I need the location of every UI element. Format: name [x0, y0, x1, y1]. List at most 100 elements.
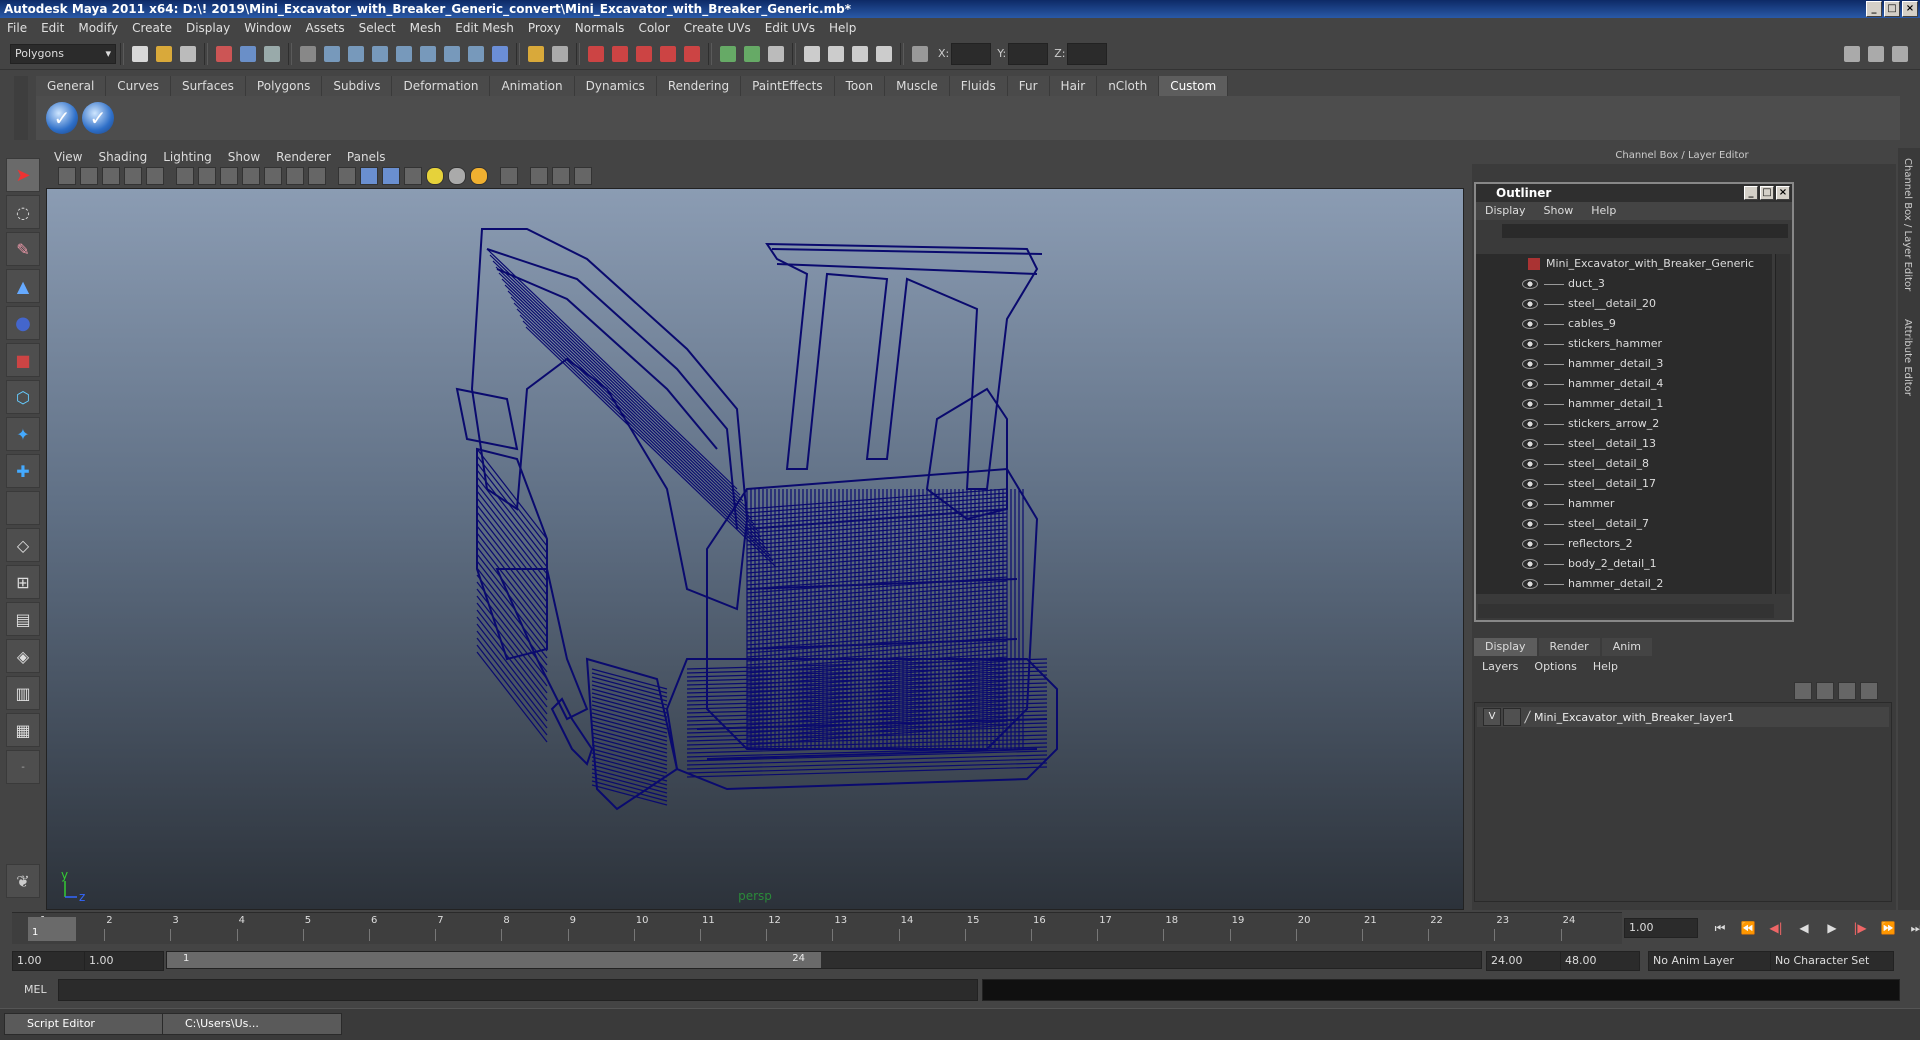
anim-layer-dropdown[interactable]: No Anim Layer	[1648, 951, 1772, 971]
animation-start-time-field[interactable]: 1.00	[12, 951, 90, 971]
animation-end-time-field[interactable]: 48.00	[1560, 951, 1640, 971]
go-to-start-icon[interactable]: ⏮	[1712, 920, 1728, 936]
smooth-shade-icon[interactable]	[360, 167, 378, 185]
menu-window[interactable]: Window	[237, 18, 298, 38]
film-gate-icon[interactable]	[198, 167, 216, 185]
select-object-icon[interactable]	[237, 43, 259, 65]
play-forwards-icon[interactable]: ▶	[1824, 920, 1840, 936]
snap-plane-icon[interactable]	[657, 43, 679, 65]
custom-shelf-check-button-2[interactable]: ✓	[82, 102, 114, 134]
layer-display-type-toggle[interactable]	[1503, 708, 1521, 726]
manipulator-tool-icon[interactable]: ⬡	[6, 380, 40, 414]
toolbox-more-icon[interactable]: -	[6, 750, 40, 784]
make-live-icon[interactable]	[681, 43, 703, 65]
outliner-item[interactable]: steel__detail_17	[1476, 474, 1772, 494]
select-tool-icon[interactable]: ➤	[6, 158, 40, 192]
outliner-item[interactable]: stickers_arrow_2	[1476, 414, 1772, 434]
shelf-tab-custom[interactable]: Custom	[1159, 76, 1229, 96]
shelf-tab-polygons[interactable]: Polygons	[245, 76, 323, 96]
select-component-icon[interactable]	[261, 43, 283, 65]
rotate-tool-icon[interactable]: ●	[6, 306, 40, 340]
single-perspective-layout-icon[interactable]: ◇	[6, 528, 40, 562]
menu-modify[interactable]: Modify	[71, 18, 125, 38]
layer-tab-display[interactable]: Display	[1474, 638, 1537, 656]
outliner-item[interactable]: hammer_detail_3	[1476, 354, 1772, 374]
menu-help[interactable]: Help	[822, 18, 863, 38]
four-view-layout-icon[interactable]: ⊞	[6, 565, 40, 599]
xray-joints-icon[interactable]	[552, 167, 570, 185]
grease-pencil-icon[interactable]	[146, 167, 164, 185]
outliner-vertical-scrollbar[interactable]	[1775, 254, 1790, 594]
construction-history-icon[interactable]	[765, 43, 787, 65]
command-language-label[interactable]: MEL	[24, 983, 47, 996]
z-field[interactable]	[1067, 42, 1108, 65]
use-all-lights-icon[interactable]	[426, 167, 444, 185]
layer-color-swatch[interactable]	[1524, 710, 1531, 724]
shelf-tab-hair[interactable]: Hair	[1049, 76, 1098, 96]
camera-bookmark-icon[interactable]	[80, 167, 98, 185]
menu-proxy[interactable]: Proxy	[521, 18, 568, 38]
minimize-button[interactable]: _	[1866, 1, 1882, 17]
highlight-selection-icon[interactable]	[549, 43, 571, 65]
shadows-icon[interactable]	[448, 167, 466, 185]
attribute-editor-side-tab[interactable]: Attribute Editor	[1902, 315, 1913, 400]
resolution-gate-icon[interactable]	[220, 167, 238, 185]
render-settings-icon[interactable]	[849, 43, 871, 65]
shelf-tab-curves[interactable]: Curves	[106, 76, 171, 96]
script-editor-task[interactable]: Script Editor	[4, 1013, 178, 1035]
pick-joints-icon[interactable]	[345, 43, 367, 65]
outliner-menu-show[interactable]: Show	[1535, 202, 1583, 220]
shelf-tab-subdivs[interactable]: Subdivs	[322, 76, 393, 96]
shelf-tab-ncloth[interactable]: nCloth	[1097, 76, 1160, 96]
menu-select[interactable]: Select	[352, 18, 403, 38]
panel-menu-show[interactable]: Show	[220, 148, 268, 166]
menu-edit[interactable]: Edit	[34, 18, 71, 38]
create-empty-layer-icon[interactable]	[1838, 682, 1856, 700]
menu-edit-uvs[interactable]: Edit UVs	[758, 18, 822, 38]
output-ops-icon[interactable]	[741, 43, 763, 65]
shelf-tab-muscle[interactable]: Muscle	[885, 76, 950, 96]
menu-color[interactable]: Color	[631, 18, 676, 38]
outliner-filter-field[interactable]	[1502, 224, 1788, 238]
panel-menu-view[interactable]: View	[46, 148, 90, 166]
move-tool-icon[interactable]: ▲	[6, 269, 40, 303]
render-frame-icon[interactable]	[801, 43, 823, 65]
outliner-item[interactable]: steel__detail_7	[1476, 514, 1772, 534]
wireframe-icon[interactable]	[338, 167, 356, 185]
layer-menu-help[interactable]: Help	[1585, 658, 1626, 676]
help-icon[interactable]	[489, 43, 511, 65]
playback-start-time-field[interactable]: 1.00	[84, 951, 164, 971]
outliner-item[interactable]: reflectors_2	[1476, 534, 1772, 554]
xray-icon[interactable]	[530, 167, 548, 185]
shelf-tab-deformation[interactable]: Deformation	[392, 76, 491, 96]
new-scene-icon[interactable]	[129, 43, 151, 65]
channel-box-side-tab[interactable]: Channel Box / Layer Editor	[1902, 154, 1913, 295]
pick-surfaces-icon[interactable]	[393, 43, 415, 65]
outliner-item[interactable]: stickers_hammer	[1476, 334, 1772, 354]
move-layer-down-icon[interactable]	[1816, 682, 1834, 700]
last-tool-icon[interactable]	[6, 491, 40, 525]
pick-handles-icon[interactable]	[321, 43, 343, 65]
pick-deformations-icon[interactable]	[417, 43, 439, 65]
layer-visibility-toggle[interactable]: V	[1483, 708, 1501, 726]
save-scene-icon[interactable]	[177, 43, 199, 65]
menu-normals[interactable]: Normals	[568, 18, 632, 38]
outliner-item[interactable]: steel__detail_8	[1476, 454, 1772, 474]
menu-assets[interactable]: Assets	[299, 18, 352, 38]
attribute-editor-toggle-icon[interactable]	[1841, 43, 1863, 65]
range-slider-handle[interactable]: 1 24	[167, 952, 821, 968]
lock-selection-icon[interactable]	[525, 43, 547, 65]
channel-box-toggle-icon[interactable]	[1889, 43, 1911, 65]
x-field[interactable]	[951, 42, 992, 65]
maximize-button[interactable]: □	[1884, 1, 1900, 17]
absolute-transform-icon[interactable]	[909, 43, 931, 65]
safe-action-icon[interactable]	[286, 167, 304, 185]
layer-tab-anim[interactable]: Anim	[1601, 638, 1652, 656]
tool-settings-toggle-icon[interactable]	[1865, 43, 1887, 65]
hypershade-icon[interactable]	[873, 43, 895, 65]
shelf-tab-surfaces[interactable]: Surfaces	[170, 76, 246, 96]
shelf-tab-animation[interactable]: Animation	[490, 76, 575, 96]
outliner-item[interactable]: hammer	[1476, 494, 1772, 514]
step-forward-frame-icon[interactable]: |▶	[1852, 920, 1868, 936]
explorer-task[interactable]: C:\Users\Us...	[162, 1013, 342, 1035]
